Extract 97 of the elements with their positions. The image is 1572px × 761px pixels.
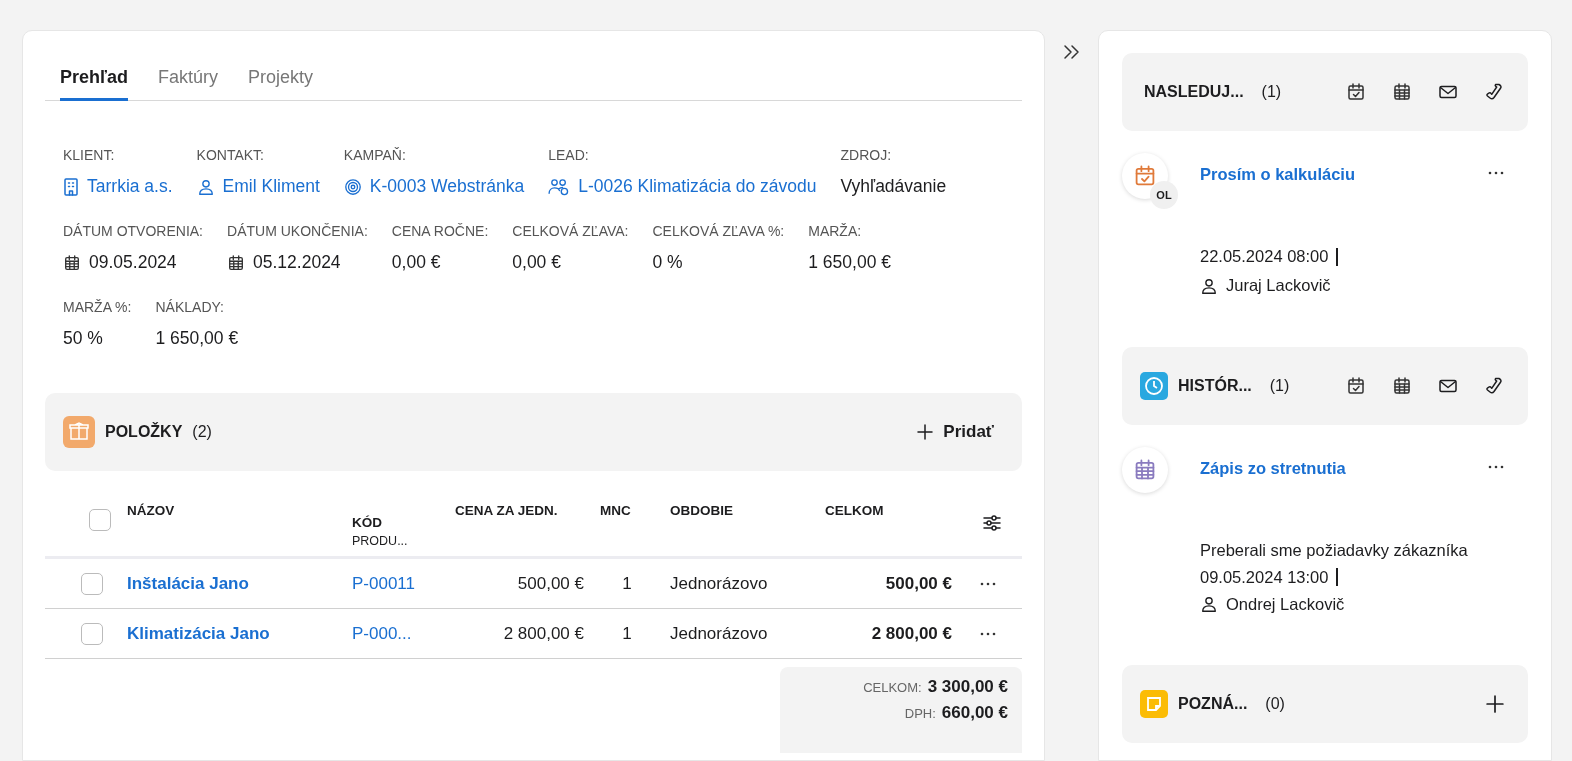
tab[interactable]: Prehľad xyxy=(60,67,128,101)
section-title: NASLEDUJ... xyxy=(1144,83,1244,101)
code-link[interactable]: P-00011 xyxy=(352,573,415,594)
field-value: 50 % xyxy=(63,328,103,349)
field-label: LEAD: xyxy=(548,147,590,163)
field-value: 0 % xyxy=(652,252,683,273)
table-cell: 1 xyxy=(622,623,632,644)
add-button[interactable]: Pridať xyxy=(911,421,1000,443)
item-name-link[interactable]: Klimatizácia Jano xyxy=(127,623,270,644)
phone-icon[interactable] xyxy=(1484,376,1504,396)
person-name: Juraj Lackovič xyxy=(1226,276,1331,295)
calendar-check-icon xyxy=(1346,82,1366,102)
calendar-icon xyxy=(227,253,245,272)
calendar-check-icon xyxy=(1133,164,1157,188)
field-label: MARŽA %: xyxy=(63,299,132,315)
people-icon xyxy=(548,177,571,196)
table-cell: Jednorázovo xyxy=(670,623,768,644)
clock-icon xyxy=(1140,372,1168,400)
field-value: 0,00 € xyxy=(391,252,441,273)
add-icon[interactable] xyxy=(1486,695,1504,713)
total-value: 660,00 € xyxy=(941,703,1008,723)
table-cell: 1 xyxy=(622,573,632,594)
calendar-check-icon xyxy=(1346,376,1366,396)
column-header: CELKOM xyxy=(825,503,885,518)
tab[interactable]: Faktúry xyxy=(157,67,218,101)
field-value: Vyhľadávanie xyxy=(840,176,947,197)
calendar-icon xyxy=(1133,458,1157,482)
item-count: (1) xyxy=(1269,377,1290,395)
field-label: DÁTUM UKONČENIA: xyxy=(227,223,368,239)
item-count: (2) xyxy=(192,423,212,441)
total-label: CELKOM: xyxy=(863,680,922,695)
calendar-icon xyxy=(63,253,81,272)
field-label: KAMPAŇ: xyxy=(343,147,407,163)
table-cell: 2 800,00 € xyxy=(503,623,584,644)
checkbox[interactable] xyxy=(89,509,111,531)
more-icon[interactable] xyxy=(980,631,996,636)
column-subheader: PRODU... xyxy=(352,534,409,548)
total-value: 3 300,00 € xyxy=(927,677,1008,697)
phone-icon[interactable] xyxy=(1484,82,1504,102)
calendar-icon xyxy=(1392,82,1412,102)
person-icon xyxy=(1200,595,1218,613)
item-name-link[interactable]: Inštalácia Jano xyxy=(127,573,249,594)
more-icon[interactable] xyxy=(980,581,996,586)
person-icon xyxy=(196,177,215,196)
field-label: MARŽA: xyxy=(808,223,863,239)
initials-badge: OL xyxy=(1150,181,1178,209)
field-label: CENA ROČNE: xyxy=(391,223,489,239)
plus-icon xyxy=(917,424,934,440)
item-count: (1) xyxy=(1261,83,1282,101)
field-label: ZDROJ: xyxy=(840,147,893,163)
field-value: 09.05.2024 xyxy=(89,252,177,273)
column-header: OBDOBIE xyxy=(670,503,734,518)
field-value: 1 650,00 € xyxy=(808,252,891,273)
field-link[interactable]: K-0003 Webstránka xyxy=(369,176,525,197)
total-label: DPH: xyxy=(904,706,936,721)
filter-settings-icon[interactable] xyxy=(982,513,1002,533)
item-count: (0) xyxy=(1265,695,1285,713)
table-cell: Jednorázovo xyxy=(670,573,768,594)
field-label: CELKOVÁ ZĽAVA: xyxy=(512,223,629,239)
target-icon xyxy=(343,177,362,196)
field-label: NÁKLADY: xyxy=(155,299,225,315)
column-header: NÁZOV xyxy=(127,503,176,518)
person-icon xyxy=(1200,276,1218,295)
code-link[interactable]: P-000... xyxy=(352,623,412,644)
activity-title-link[interactable]: Prosím o kalkuláciu xyxy=(1200,165,1488,184)
field-value: 0,00 € xyxy=(512,252,561,273)
calendar-icon xyxy=(1392,376,1412,396)
table-cell: 500,00 € xyxy=(517,573,584,594)
building-icon xyxy=(63,177,79,196)
table-cell: 2 800,00 € xyxy=(871,623,952,644)
field-link[interactable]: Tarrkia a.s. xyxy=(87,176,173,197)
field-label: KONTAKT: xyxy=(196,147,265,163)
field-label: KLIENT: xyxy=(63,147,116,163)
section-title: POLOŽKY xyxy=(105,423,183,441)
table-cell: 500,00 € xyxy=(885,573,952,594)
field-value: 05.12.2024 xyxy=(253,252,341,273)
checkbox[interactable] xyxy=(81,622,103,645)
column-header: MNC xyxy=(600,503,632,518)
note-icon xyxy=(1140,690,1168,718)
activity-title-link[interactable]: Zápis zo stretnutia xyxy=(1200,459,1488,478)
field-link[interactable]: Emil Kliment xyxy=(222,176,320,197)
field-link[interactable]: L-0026 Klimatizácia do závodu xyxy=(578,176,817,197)
field-value: 1 650,00 € xyxy=(155,328,239,349)
tab[interactable]: Projekty xyxy=(248,67,313,101)
checkbox[interactable] xyxy=(81,572,103,595)
collapse-icon[interactable] xyxy=(1062,44,1081,60)
activity-description: Preberali sme požiadavky zákazníka xyxy=(1200,540,1469,560)
activity-datetime: 22.05.2024 08:00 xyxy=(1200,247,1329,266)
field-label: CELKOVÁ ZĽAVA %: xyxy=(652,223,785,239)
field-label: DÁTUM OTVORENIA: xyxy=(63,223,203,239)
column-header: CENA ZA JEDN. xyxy=(455,503,559,518)
column-header: KÓD xyxy=(352,515,383,530)
person-name: Ondrej Lackovič xyxy=(1226,594,1345,614)
activity-datetime: 09.05.2024 13:00 xyxy=(1200,567,1329,587)
section-title: POZNÁ... xyxy=(1178,695,1248,713)
box-icon xyxy=(63,416,95,448)
section-title: HISTÓR... xyxy=(1178,377,1252,395)
